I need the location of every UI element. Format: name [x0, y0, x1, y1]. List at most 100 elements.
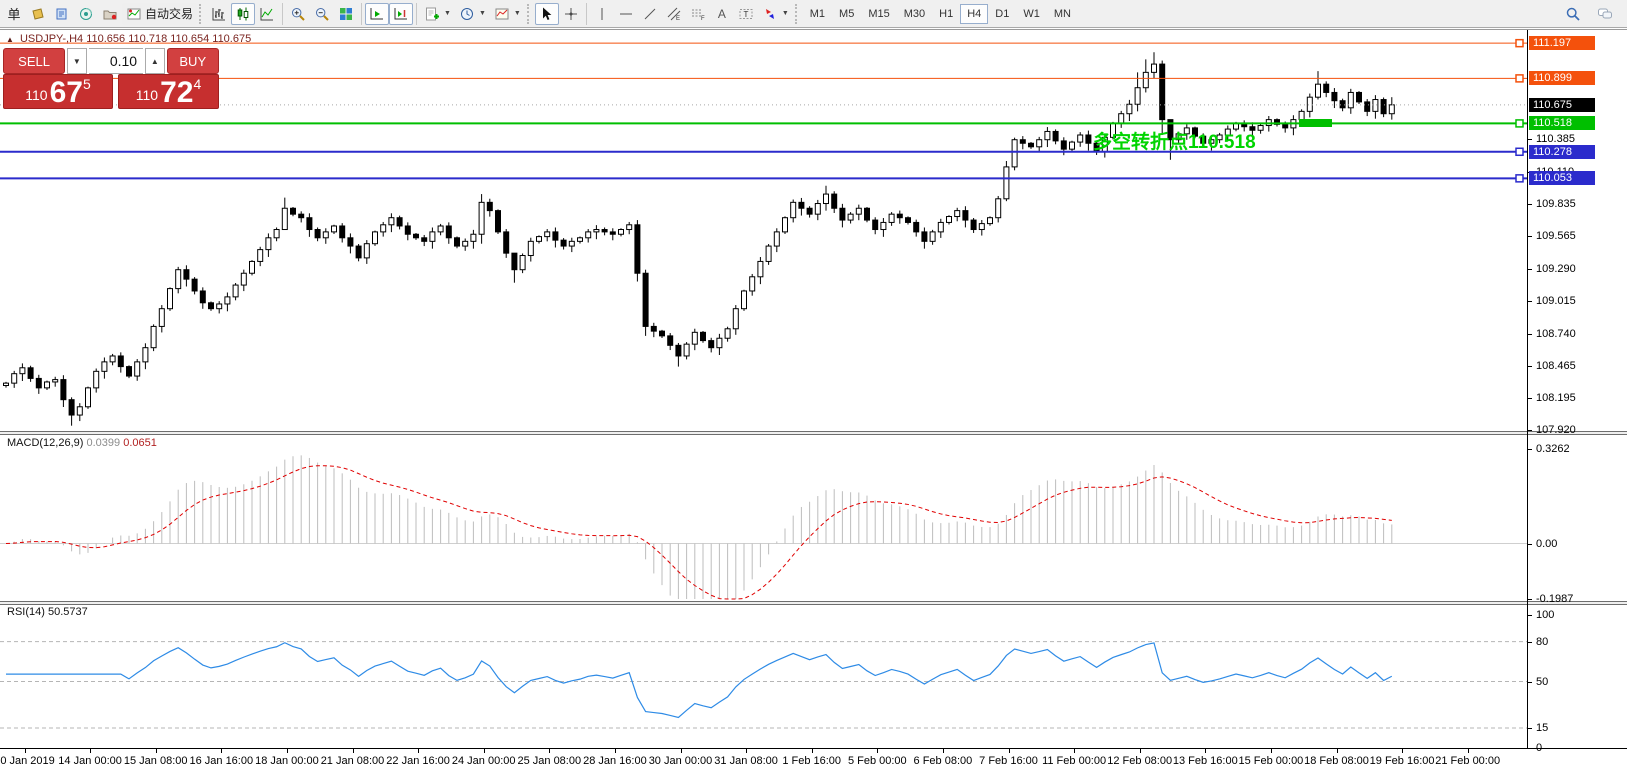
- timeframe-m5[interactable]: M5: [832, 4, 861, 24]
- dropdown-caret-icon: ▼: [444, 10, 451, 17]
- price-tick-mark: [1527, 301, 1532, 302]
- price-tick-mark: [1527, 366, 1532, 367]
- one-click-trade-panel: SELL ▼ 0.10 ▲ BUY 110 67 5 110 72 4: [3, 48, 219, 109]
- ohlc-high: 110.718: [128, 33, 168, 45]
- signals-radar-icon[interactable]: [74, 3, 98, 25]
- zoom-out-icon[interactable]: [310, 3, 334, 25]
- time-tick-label: 21 Jan 08:00: [320, 755, 385, 767]
- channel-tool-icon[interactable]: E: [662, 3, 686, 25]
- candlestick-mode-icon[interactable]: [231, 2, 256, 25]
- chart-shift-icon[interactable]: [389, 2, 414, 25]
- tile-windows-icon[interactable]: [334, 3, 358, 25]
- new-order-button[interactable]: 单: [2, 3, 26, 25]
- text-label-tool-icon[interactable]: T: [734, 3, 758, 25]
- horizontal-line-tool-icon[interactable]: [614, 3, 638, 25]
- time-tick-label: 16 Jan 16:00: [189, 755, 254, 767]
- price-tick-mark: [1527, 236, 1532, 238]
- price-tick-label: 108.195: [1536, 391, 1576, 404]
- fibonacci-tool-icon[interactable]: F: [686, 3, 710, 25]
- time-tick-mark: [1402, 749, 1404, 753]
- price-line-badge: 110.899: [1529, 71, 1595, 86]
- templates-button[interactable]: ▼: [490, 3, 525, 25]
- rsi-scale-tick: [1527, 748, 1532, 749]
- ohlc-close: 110.675: [212, 33, 252, 45]
- toolbar-grip: [794, 3, 801, 24]
- timeframe-w1[interactable]: W1: [1016, 4, 1047, 24]
- symbol-marker-icon: ▲: [6, 35, 14, 44]
- autotrading-icon: [127, 8, 141, 19]
- svg-text:F: F: [701, 16, 705, 22]
- price-tick-mark: [1527, 333, 1532, 335]
- sell-button[interactable]: SELL: [3, 48, 66, 74]
- rsi-value: 50.5737: [47, 606, 88, 618]
- macd-name: MACD(12,26,9): [7, 437, 84, 449]
- gold-market-icon[interactable]: [26, 3, 50, 25]
- time-tick-mark: [483, 749, 485, 753]
- timeframe-m15[interactable]: M15: [861, 4, 896, 24]
- time-tick-mark: [680, 749, 682, 753]
- timeframe-d1[interactable]: D1: [988, 4, 1016, 24]
- zoom-in-icon[interactable]: [286, 3, 310, 25]
- volume-decrease-button[interactable]: ▼: [67, 48, 87, 74]
- line-chart-mode-icon[interactable]: [255, 3, 279, 25]
- time-tick-mark: [1008, 749, 1010, 753]
- text-tool-icon[interactable]: A: [710, 3, 734, 25]
- buy-price-button[interactable]: 110 72 4: [118, 74, 219, 109]
- volume-input[interactable]: 0.10: [88, 48, 144, 74]
- vertical-line-tool-icon[interactable]: [590, 3, 614, 25]
- price-tick-label: 109.015: [1536, 295, 1576, 307]
- timeframe-mn[interactable]: MN: [1047, 4, 1078, 24]
- search-icon[interactable]: [1561, 3, 1585, 25]
- indicators-button[interactable]: ▼: [420, 3, 455, 25]
- autotrading-label: 自动交易: [145, 7, 194, 21]
- cursor-tool-icon[interactable]: [534, 2, 559, 25]
- rsi-name: RSI(14): [7, 606, 45, 618]
- timeframe-group: M1 M5 M15 M30 H1 H4 D1 W1 MN: [803, 3, 1078, 24]
- macd-scale-label: 0.00: [1536, 537, 1558, 550]
- price-line-badge: 110.675: [1529, 97, 1595, 112]
- time-tick-label: 21 Feb 00:00: [1435, 755, 1501, 767]
- macd-scale-tick: [1527, 448, 1532, 450]
- macd-value-main: 0.0399: [86, 437, 121, 449]
- symbol-timeframe: USDJPY-,H4: [19, 33, 84, 45]
- bar-chart-mode-icon[interactable]: [207, 3, 231, 25]
- price-line-badge: 111.197: [1529, 36, 1595, 51]
- timeframe-m30[interactable]: M30: [897, 4, 932, 24]
- toolbar-separator: [282, 2, 284, 25]
- sell-price-button[interactable]: 110 67 5: [3, 74, 113, 109]
- time-tick-label: 15 Jan 08:00: [123, 755, 188, 767]
- macd-scale-tick: [1527, 543, 1532, 545]
- macd-pane-splitter[interactable]: [0, 431, 1627, 435]
- time-tick-mark: [1205, 749, 1207, 753]
- market-folder-icon[interactable]: [98, 3, 122, 25]
- time-tick-mark: [155, 749, 157, 753]
- ohlc-open: 110.656: [86, 33, 126, 45]
- crosshair-tool-icon[interactable]: [559, 3, 583, 25]
- price-line-badge: 110.518: [1529, 116, 1595, 131]
- time-tick-mark: [549, 749, 551, 753]
- buy-price-sup: 4: [193, 76, 202, 92]
- arrows-tool-button[interactable]: ▼: [758, 3, 793, 25]
- trendline-tool-icon[interactable]: [638, 3, 662, 25]
- timeframe-m1[interactable]: M1: [803, 4, 832, 24]
- auto-scroll-icon[interactable]: [365, 2, 390, 25]
- rsi-scale-label: 80: [1536, 635, 1549, 648]
- chat-icon[interactable]: [1593, 3, 1617, 25]
- periods-button[interactable]: ▼: [455, 3, 490, 25]
- autotrading-button[interactable]: 自动交易: [122, 2, 198, 25]
- chart-plot-area[interactable]: [0, 31, 1527, 748]
- price-line-badge: 110.053: [1529, 171, 1595, 186]
- main-toolbar: 单 自动交易 ▼ ▼ ▼ E F A T ▼ M1 M5 M15 M30 H1 …: [0, 0, 1627, 28]
- volume-increase-button[interactable]: ▲: [145, 48, 165, 74]
- buy-button[interactable]: BUY: [166, 48, 219, 74]
- rsi-pane-splitter[interactable]: [0, 601, 1627, 605]
- dropdown-caret-icon: ▼: [513, 10, 521, 17]
- rsi-scale-tick: [1527, 681, 1532, 683]
- sell-price-sup: 5: [82, 76, 91, 92]
- timeframe-h4[interactable]: H4: [960, 3, 989, 24]
- time-tick-label: 12 Feb 08:00: [1107, 755, 1173, 767]
- time-tick-label: 13 Feb 16:00: [1172, 755, 1238, 767]
- data-window-icon[interactable]: [50, 3, 74, 25]
- timeframe-h1[interactable]: H1: [932, 4, 960, 24]
- time-tick-label: 15 Feb 00:00: [1238, 755, 1304, 767]
